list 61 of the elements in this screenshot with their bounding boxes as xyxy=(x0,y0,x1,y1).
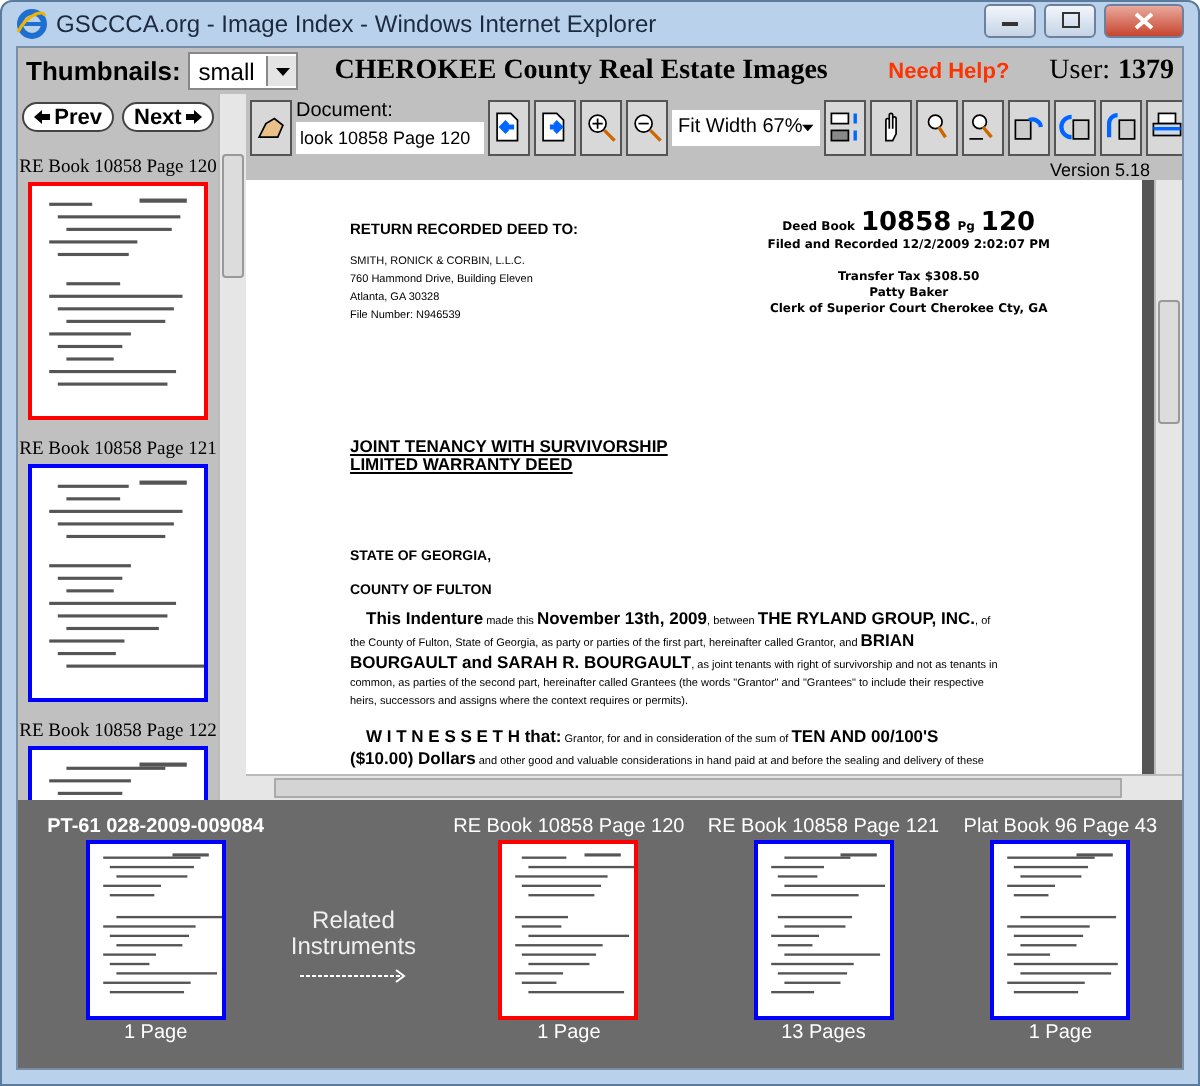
dashed-arrow-icon xyxy=(299,968,408,984)
related-instruments-label: Related xyxy=(312,908,395,934)
user-label: User: xyxy=(1049,55,1110,87)
fit-page-button[interactable] xyxy=(824,99,866,155)
rotate-page-icon xyxy=(1104,110,1138,144)
horizontal-scrollbar[interactable] xyxy=(246,774,1182,800)
page-count: 13 Pages xyxy=(781,1022,866,1044)
zoom-select[interactable]: Fit Width 67% xyxy=(672,109,820,145)
window-title: GSCCCA.org - Image Index - Windows Internet Explorer xyxy=(56,10,659,38)
instrument-title: RE Book 10858 Page 120 xyxy=(453,816,685,838)
page-count: 1 Page xyxy=(123,1022,188,1044)
instrument-title: RE Book 10858 Page 121 xyxy=(707,816,940,838)
document-text: 10858 xyxy=(860,208,952,238)
county-title: CHEROKEE County Real Estate Images xyxy=(334,55,830,87)
right-arrow-icon xyxy=(185,110,202,124)
thumbnails-label: Thumbnails: xyxy=(26,56,181,86)
close-button[interactable] xyxy=(1104,3,1184,37)
page-count: 1 Page xyxy=(1028,1022,1093,1044)
document-field[interactable]: look 10858 Page 120 xyxy=(296,122,484,154)
thumbnail-size-select[interactable]: small xyxy=(188,52,299,90)
thumbnail-label: RE Book 10858 Page 120 xyxy=(19,158,217,178)
maximize-icon xyxy=(1061,12,1079,28)
browser-logo-icon xyxy=(16,8,48,40)
zoom-area-button[interactable] xyxy=(916,99,958,155)
rotate-page-button[interactable] xyxy=(1100,99,1142,155)
caret-icon xyxy=(802,123,814,131)
instrument-title: Plat Book 96 Page 43 xyxy=(963,816,1158,838)
zoom-out-button[interactable] xyxy=(626,99,668,155)
page-count: 1 Page xyxy=(537,1022,601,1044)
related-instruments-label: Instruments xyxy=(290,934,417,960)
zoom-in-button[interactable] xyxy=(580,99,622,155)
print-button[interactable] xyxy=(1146,99,1182,155)
caret-icon xyxy=(275,67,290,75)
document-label: Document: xyxy=(296,100,395,122)
document-title: LIMITED WARRANTY DEED xyxy=(350,456,575,474)
zoom-in-icon xyxy=(584,110,618,144)
next-page-button[interactable] xyxy=(534,99,576,155)
user-number: 1379 xyxy=(1118,55,1174,87)
maximize-button[interactable] xyxy=(1044,3,1096,37)
document-scrollbar[interactable] xyxy=(1154,180,1182,774)
sidebar-scrollbar[interactable] xyxy=(218,94,246,800)
left-arrow-icon xyxy=(34,110,51,124)
version-label: Version 5.18 xyxy=(1049,160,1150,180)
rotate-right-icon xyxy=(1058,110,1092,144)
rotate-left-button[interactable] xyxy=(1008,99,1050,155)
rotate-right-button[interactable] xyxy=(1054,99,1096,155)
close-icon xyxy=(1134,11,1154,29)
document-text: 120 xyxy=(980,208,1036,238)
magnify-button[interactable] xyxy=(962,99,1004,155)
thumbnail-label: RE Book 10858 Page 122 xyxy=(19,722,217,742)
prev-button[interactable]: Prev xyxy=(22,102,114,132)
instrument-title: PT-61 028-2009-009084 xyxy=(47,816,265,838)
thumbnail-label: RE Book 10858 Page 121 xyxy=(19,440,217,460)
pan-button[interactable] xyxy=(870,99,912,155)
previous-page-button[interactable] xyxy=(488,99,530,155)
stamp-button[interactable] xyxy=(250,99,292,155)
zoom-out-icon xyxy=(630,110,664,144)
document-title: JOINT TENANCY WITH SURVIVORSHIP xyxy=(350,438,670,456)
next-button[interactable]: Next xyxy=(122,102,214,132)
fit-page-icon xyxy=(828,110,862,144)
minimize-button[interactable] xyxy=(984,3,1036,37)
